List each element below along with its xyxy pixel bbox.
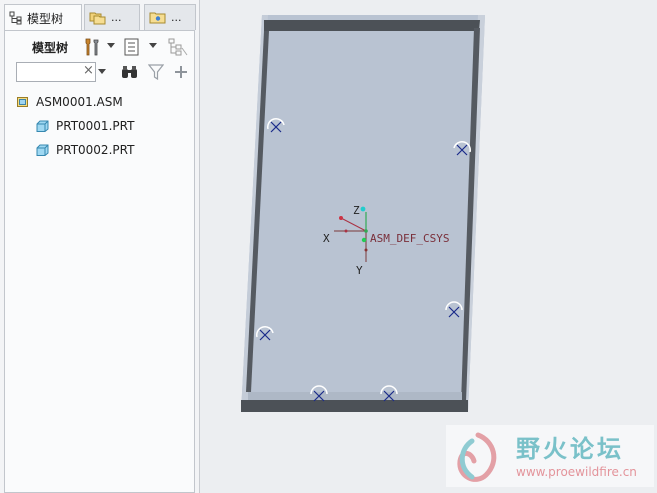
favorites-folder-icon (149, 12, 166, 24)
csys-label: ASM_DEF_CSYS (370, 232, 449, 245)
watermark-title: 野火论坛 (516, 435, 624, 463)
model-tree-panel: 模型树 ... ... 模型树 × ASM0001.ASM PRT0001.PR… (0, 0, 200, 493)
assembly-icon (17, 97, 28, 107)
part-icon (36, 144, 49, 156)
plate-face[interactable] (241, 15, 485, 412)
axis-x-label: X (323, 232, 330, 245)
tab-folder-browser[interactable]: ... (84, 4, 140, 30)
watermark: 野火论坛 www.proewildfire.cn (446, 425, 654, 487)
model-tree-toolbar: 模型树 (10, 36, 190, 58)
tab-favorites[interactable]: ... (144, 4, 196, 30)
model-canvas[interactable]: Z X Y ASM_DEF_CSYS (200, 0, 657, 493)
tree-item-root-label: ASM0001.ASM (36, 95, 123, 109)
axis-y-label: Y (356, 264, 363, 277)
model-tree-icon (9, 11, 22, 25)
tab-favorites-label: ... (171, 11, 182, 24)
tab-model-tree-label: 模型树 (27, 11, 64, 26)
tree-item-part[interactable]: PRT0001.PRT (36, 117, 134, 135)
plate-bottom-ledge (248, 392, 462, 400)
plate-top-wall (264, 20, 480, 31)
watermark-url: www.proewildfire.cn (516, 465, 637, 479)
chevron-down-icon[interactable] (149, 43, 157, 49)
tab-model-tree[interactable]: 模型树 (4, 4, 82, 31)
filter-icon[interactable] (148, 64, 164, 80)
show-list-icon[interactable] (124, 38, 140, 56)
column-display-icon[interactable] (168, 38, 188, 56)
watermark-logo-icon (457, 432, 497, 482)
folder-browser-icon (89, 12, 106, 25)
axis-z-label: Z (353, 204, 360, 217)
tree-item-part-label: PRT0002.PRT (56, 143, 135, 157)
search-toolbar: × (10, 60, 190, 84)
panel-tabs: 模型树 ... ... (4, 4, 199, 31)
tree-item-part-label: PRT0001.PRT (56, 119, 135, 133)
tree-item-part[interactable]: PRT0002.PRT (36, 141, 134, 159)
clear-search-icon[interactable]: × (83, 63, 94, 78)
plate-bottom-wall (241, 400, 468, 412)
find-binoculars-icon[interactable] (121, 64, 139, 80)
chevron-down-icon[interactable] (107, 43, 115, 49)
tree-item-root[interactable]: ASM0001.ASM (16, 93, 123, 111)
tools-icon[interactable] (82, 37, 102, 57)
tab-folder-browser-label: ... (111, 11, 122, 24)
model-tree-menu-label[interactable]: 模型树 (32, 39, 68, 56)
chevron-down-icon[interactable] (98, 69, 106, 75)
part-icon (36, 120, 49, 132)
add-icon[interactable] (174, 65, 188, 79)
graphics-viewport[interactable]: Z X Y ASM_DEF_CSYS (200, 0, 657, 493)
